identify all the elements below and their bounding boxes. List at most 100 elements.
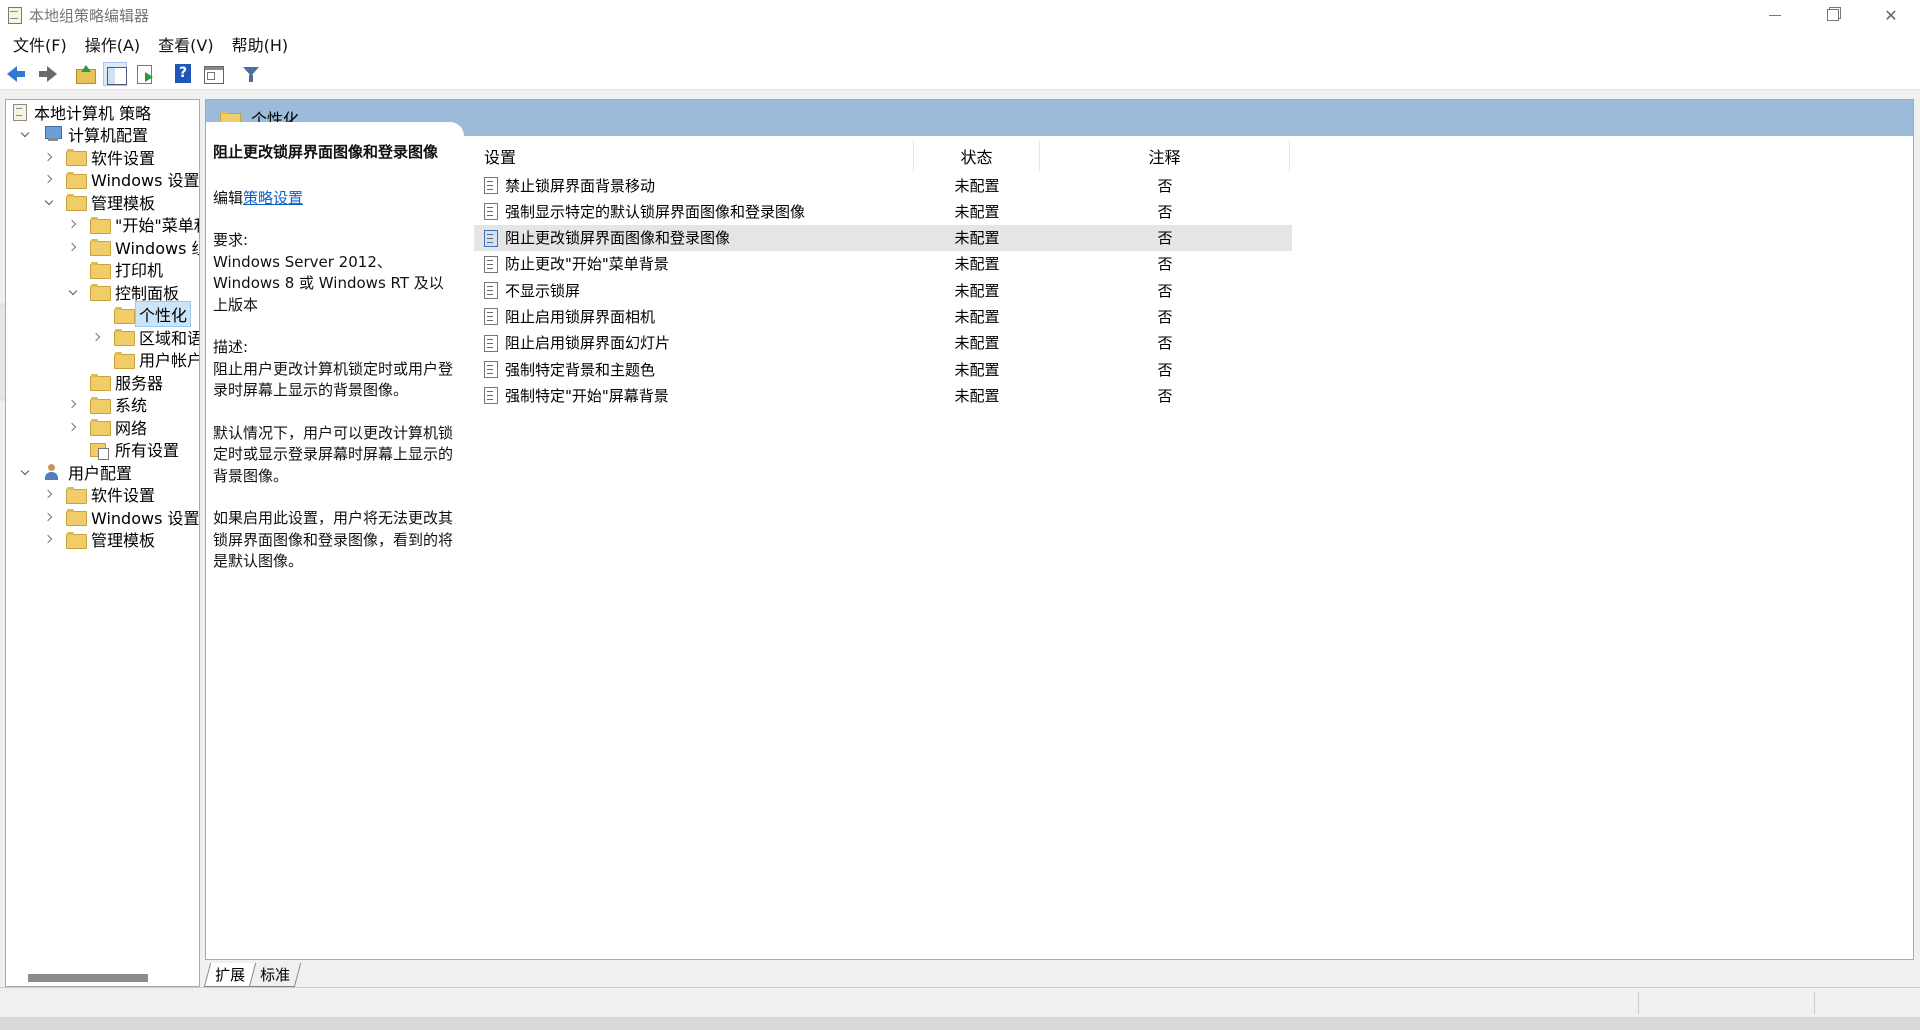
menu-help[interactable]: 帮助(H): [223, 32, 298, 56]
chevron-right-icon[interactable]: [44, 533, 56, 545]
back-arrow-icon[interactable]: [5, 62, 29, 86]
tree-item[interactable]: 控制面板: [68, 281, 179, 303]
chevron-right-icon[interactable]: [44, 173, 56, 185]
column-header-setting[interactable]: 设置: [474, 140, 914, 172]
policy-setting-cell: 禁止锁屏界面背景移动: [484, 172, 655, 198]
tree-item[interactable]: Windows 设置: [44, 168, 200, 190]
tree-item-label: Windows 组件: [115, 238, 199, 258]
tree-item-label: "开始"菜单和: [115, 216, 199, 235]
minimize-button[interactable]: [1746, 0, 1804, 30]
list-header: 设置 状态 注释: [474, 140, 1292, 172]
tree-item[interactable]: 系统: [68, 393, 147, 415]
tab-standard[interactable]: 标准: [248, 963, 302, 987]
chevron-down-icon[interactable]: [44, 196, 56, 208]
menu-view[interactable]: 查看(V): [149, 32, 222, 56]
tree-item[interactable]: 管理模板: [44, 191, 155, 213]
tree-horizontal-scrollbar[interactable]: [6, 968, 199, 986]
policy-row[interactable]: 阻止启用锁屏界面相机 未配置 否: [474, 303, 1292, 329]
window-controls: ✕: [1746, 0, 1920, 30]
tree-item[interactable]: 管理模板: [44, 528, 155, 550]
policy-setting-icon: [484, 307, 498, 326]
up-one-level-icon[interactable]: [73, 62, 97, 86]
tree-item[interactable]: 用户配置: [20, 461, 132, 483]
policy-row[interactable]: 防止更改"开始"菜单背景 未配置 否: [474, 251, 1292, 277]
tree-item[interactable]: 服务器: [68, 371, 163, 393]
view-tabs: 扩展 标准: [203, 961, 302, 987]
edit-policy-settings-link[interactable]: 策略设置: [243, 189, 303, 207]
menu-file[interactable]: 文件(F): [4, 32, 76, 56]
chevron-right-icon[interactable]: [44, 151, 56, 163]
tree-item[interactable]: 所有设置: [68, 438, 179, 460]
chevron-right-icon[interactable]: [68, 398, 80, 410]
tree-item[interactable]: 区域和语言: [92, 326, 199, 348]
policy-setting-name: 禁止锁屏界面背景移动: [505, 176, 656, 195]
tree-item[interactable]: 用户帐户: [92, 348, 199, 370]
scrollbar-thumb[interactable]: [28, 974, 148, 982]
tree-item-label: Windows 设置: [91, 171, 200, 190]
column-header-state[interactable]: 状态: [914, 140, 1040, 172]
chevron-right-icon[interactable]: [44, 511, 56, 523]
console-tree[interactable]: 本地计算机 策略 计算机配置软件设置 Windows 设置管理模板 "开始"菜单和 W…: [5, 99, 200, 987]
chevron-right-icon[interactable]: [92, 331, 104, 343]
filter-icon[interactable]: [239, 62, 263, 86]
tree-item[interactable]: 个性化: [92, 301, 192, 327]
title-bar: 本地组策略编辑器 ✕: [0, 0, 1920, 30]
folder-icon: [90, 239, 111, 256]
view-properties-icon[interactable]: [201, 62, 225, 86]
folder-icon: [90, 284, 111, 301]
column-header-comment[interactable]: 注释: [1040, 140, 1290, 172]
menu-bar: 文件(F) 操作(A) 查看(V) 帮助(H): [0, 30, 1920, 58]
tree-item-label: 管理模板: [91, 193, 156, 213]
chevron-right-icon[interactable]: [44, 488, 56, 500]
show-hide-console-tree-icon[interactable]: [103, 61, 127, 86]
tree-item[interactable]: 软件设置: [44, 483, 155, 505]
tree-item[interactable]: 网络: [68, 416, 147, 438]
policy-row[interactable]: 阻止启用锁屏界面幻灯片 未配置 否: [474, 330, 1292, 356]
forward-arrow-icon[interactable]: [35, 62, 59, 86]
policy-row[interactable]: 强制特定背景和主题色 未配置 否: [474, 356, 1292, 382]
help-icon[interactable]: [171, 62, 195, 86]
tree-item-label: 网络: [115, 418, 148, 438]
tree-item[interactable]: Windows 组件: [68, 236, 199, 258]
chevron-right-icon[interactable]: [68, 421, 80, 433]
tree-item[interactable]: "开始"菜单和: [68, 213, 199, 235]
export-list-icon[interactable]: [133, 62, 157, 86]
restore-button[interactable]: [1804, 0, 1862, 30]
description-panel: 阻止更改锁屏界面图像和登录图像 编辑策略设置 要求: Windows Server…: [213, 142, 455, 594]
folder-icon: [114, 329, 135, 346]
policy-comment-cell: 否: [1157, 386, 1173, 405]
policy-row[interactable]: 不显示锁屏 未配置 否: [474, 277, 1292, 303]
tree-item[interactable]: 计算机配置: [20, 123, 148, 145]
policy-setting-cell: 防止更改"开始"菜单背景: [484, 251, 669, 277]
policy-row[interactable]: 禁止锁屏界面背景移动 未配置 否: [474, 172, 1292, 198]
close-button[interactable]: ✕: [1862, 0, 1920, 30]
chevron-down-icon[interactable]: [20, 466, 32, 478]
tree-item-label: 控制面板: [115, 283, 180, 303]
policy-comment-cell: 否: [1157, 360, 1173, 379]
policy-row[interactable]: 强制特定"开始"屏幕背景 未配置 否: [474, 382, 1292, 408]
user-icon: [42, 463, 62, 481]
tab-extended[interactable]: 扩展: [203, 963, 257, 987]
requirements-block: 要求: Windows Server 2012、Windows 8 或 Windo…: [213, 231, 444, 314]
tree-item[interactable]: Windows 设置: [44, 506, 199, 528]
chevron-right-icon[interactable]: [68, 241, 80, 253]
tree-root[interactable]: 本地计算机 策略: [12, 101, 151, 123]
policy-row[interactable]: 阻止更改锁屏界面图像和登录图像 未配置 否: [474, 224, 1292, 251]
tree-item[interactable]: 打印机: [68, 258, 163, 280]
description-paragraph-3: 如果启用此设置，用户将无法更改其锁屏界面图像和登录图像，看到的将是默认图像。: [213, 509, 454, 570]
chevron-right-icon[interactable]: [68, 218, 80, 230]
policy-row[interactable]: 强制显示特定的默认锁屏界面图像和登录图像 未配置 否: [474, 198, 1292, 224]
policy-state-cell: 未配置: [954, 229, 1000, 248]
tree-item-label: 所有设置: [115, 441, 180, 460]
tree-item-label: 管理模板: [91, 531, 156, 550]
chevron-down-icon[interactable]: [68, 286, 80, 298]
menu-action[interactable]: 操作(A): [76, 32, 149, 56]
policy-setting-name: 阻止启用锁屏界面幻灯片: [505, 334, 671, 353]
policy-setting-cell: 阻止启用锁屏界面相机: [484, 303, 655, 329]
policy-setting-cell: 不显示锁屏: [484, 277, 580, 303]
requirements-text: Windows Server 2012、Windows 8 或 Windows …: [213, 252, 444, 314]
policy-setting-icon: [484, 202, 498, 221]
chevron-down-icon[interactable]: [20, 128, 32, 140]
tree-item[interactable]: 软件设置: [44, 146, 155, 168]
